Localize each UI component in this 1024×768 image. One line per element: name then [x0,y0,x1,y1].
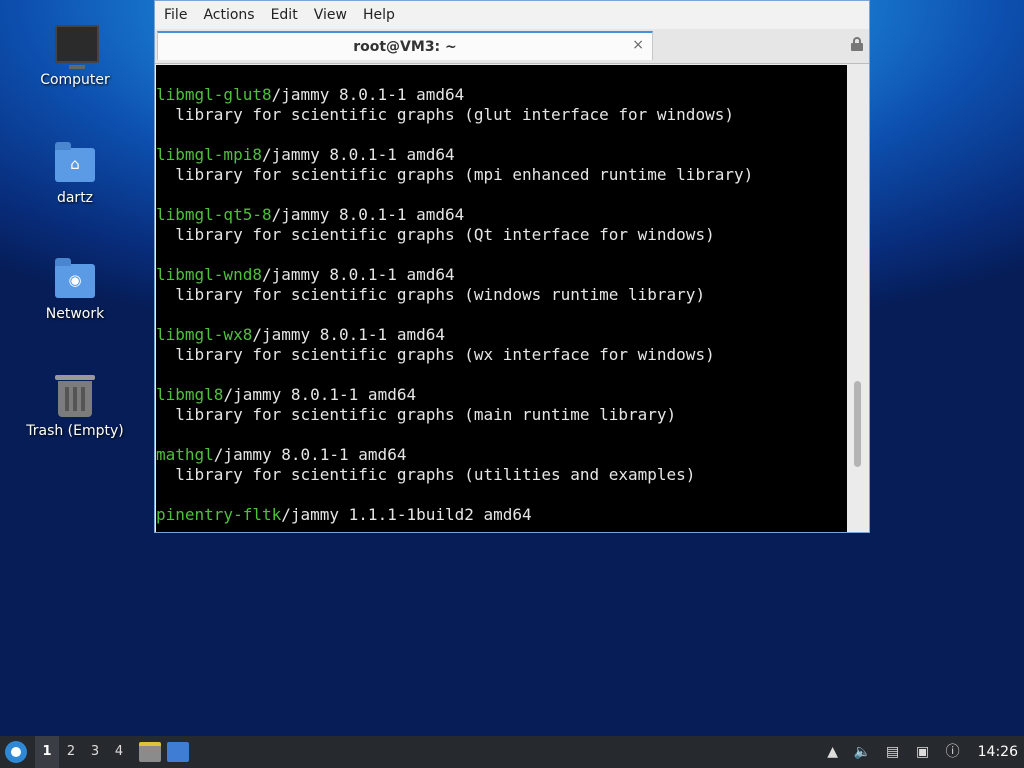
terminal-text: library for scientific graphs (main runt… [156,405,677,424]
terminal-line: pinentry-fltk/jammy 1.1.1-1build2 amd64 [156,505,847,525]
terminal-line: libmgl-wnd8/jammy 8.0.1-1 amd64 [156,265,847,285]
tab-terminal[interactable]: root@VM3: ~ × [157,31,653,60]
network-icon[interactable]: ▣ [914,743,932,761]
tab-title: root@VM3: ~ [353,39,457,55]
terminal-text: /jammy 8.0.1-1 amd64 [271,205,465,224]
desktop-icon-label: Computer [40,72,110,88]
terminal-line: mathgl/jammy 8.0.1-1 amd64 [156,445,847,465]
menu-help[interactable]: Help [355,1,403,29]
package-name: pinentry-fltk [156,505,282,524]
terminal-text: library for scientific graphs (mpi enhan… [156,165,754,184]
terminal-text: /jammy 8.0.1-1 amd64 [261,265,455,284]
terminal-line: library for scientific graphs (Qt interf… [156,225,847,245]
scrollbar-thumb[interactable] [854,381,861,467]
terminal-window: File Actions Edit View Help root@VM3: ~ … [154,0,870,533]
terminal-output[interactable]: libmgl-glut8/jammy 8.0.1-1 amd64 library… [156,65,847,532]
desktop-icon-trash[interactable]: Trash (Empty) [20,373,130,439]
menu-actions[interactable]: Actions [195,1,262,29]
terminal-text: /jammy 8.0.1-1 amd64 [252,325,445,344]
start-menu-icon[interactable] [5,741,27,763]
terminal-text: /jammy 8.0.1-1 amd64 [271,85,465,104]
tab-bar: root@VM3: ~ × [155,29,869,64]
desktop-icon-home[interactable]: ⌂ dartz [20,140,130,206]
terminal-text: /jammy 1.1.1-1build2 amd64 [281,505,532,524]
terminal-line: library for scientific graphs (mpi enhan… [156,165,847,185]
package-name: libmgl-wnd8 [156,265,262,284]
file-manager-icon[interactable] [139,742,161,762]
system-tray: ▲ 🔈 ▤ ▣ ⓘ 14:26 [818,736,1024,768]
package-name: libmgl-wx8 [156,325,253,344]
terminal-line: libmgl-qt5-8/jammy 8.0.1-1 amd64 [156,205,847,225]
clock[interactable]: 14:26 [978,744,1018,760]
desktop-icon-computer[interactable]: Computer [20,22,130,88]
terminal-line: library for scientific graphs (main runt… [156,405,847,425]
terminal-text: library for scientific graphs (glut inte… [156,105,734,124]
desktop-icon-label: Network [45,306,105,322]
terminal-line: library for scientific graphs (glut inte… [156,105,847,125]
terminal-line: libmgl-wx8/jammy 8.0.1-1 amd64 [156,325,847,345]
close-icon[interactable]: × [632,37,644,53]
package-name: mathgl [156,445,214,464]
lock-icon[interactable] [851,37,863,51]
workspace-2[interactable]: 2 [59,736,83,768]
desktop-icon-label: dartz [56,190,94,206]
desktop-icon-label: Trash (Empty) [26,423,124,439]
terminal-text: /jammy 8.0.1-1 amd64 [223,385,417,404]
computer-icon [52,22,99,69]
terminal-icon[interactable] [167,742,189,762]
taskbar: 1 2 3 4 ▲ 🔈 ▤ ▣ ⓘ 14:26 [0,736,1024,768]
terminal-text: library for scientific graphs (wx interf… [156,345,715,364]
terminal-line: libmgl-mpi8/jammy 8.0.1-1 amd64 [156,145,847,165]
notes-icon[interactable]: ▤ [884,743,902,761]
terminal-text: /jammy 8.0.1-1 amd64 [213,445,407,464]
terminal-line: library for scientific graphs (windows r… [156,285,847,305]
trash-icon [52,373,98,419]
terminal-text: library for scientific graphs (Qt interf… [156,225,715,244]
package-name: libmgl8 [156,385,224,404]
terminal-line: libmgl-glut8/jammy 8.0.1-1 amd64 [156,85,847,105]
terminal-line: libmgl8/jammy 8.0.1-1 amd64 [156,385,847,405]
terminal-text: library for scientific graphs (utilities… [156,465,696,484]
home-folder-icon: ⌂ [52,140,98,186]
package-name: libmgl-qt5-8 [156,205,272,224]
scrollbar[interactable] [847,65,869,532]
terminal-text: library for scientific graphs (windows r… [156,285,706,304]
terminal-line: library for scientific graphs (wx interf… [156,345,847,365]
menu-file[interactable]: File [155,1,195,29]
workspace-1[interactable]: 1 [35,736,59,768]
clipboard-icon[interactable]: ▲ [824,743,842,761]
menu-edit[interactable]: Edit [263,1,306,29]
menu-bar: File Actions Edit View Help [155,1,869,29]
terminal-text: /jammy 8.0.1-1 amd64 [261,145,455,164]
terminal-line: library for scientific graphs (utilities… [156,465,847,485]
updates-icon[interactable]: ⓘ [944,743,962,761]
network-folder-icon: ◉ [52,256,98,302]
volume-icon[interactable]: 🔈 [854,743,872,761]
desktop-icon-network[interactable]: ◉ Network [20,256,130,322]
menu-view[interactable]: View [306,1,355,29]
workspace-3[interactable]: 3 [83,736,107,768]
workspace-4[interactable]: 4 [107,736,131,768]
package-name: libmgl-glut8 [156,85,272,104]
package-name: libmgl-mpi8 [156,145,262,164]
